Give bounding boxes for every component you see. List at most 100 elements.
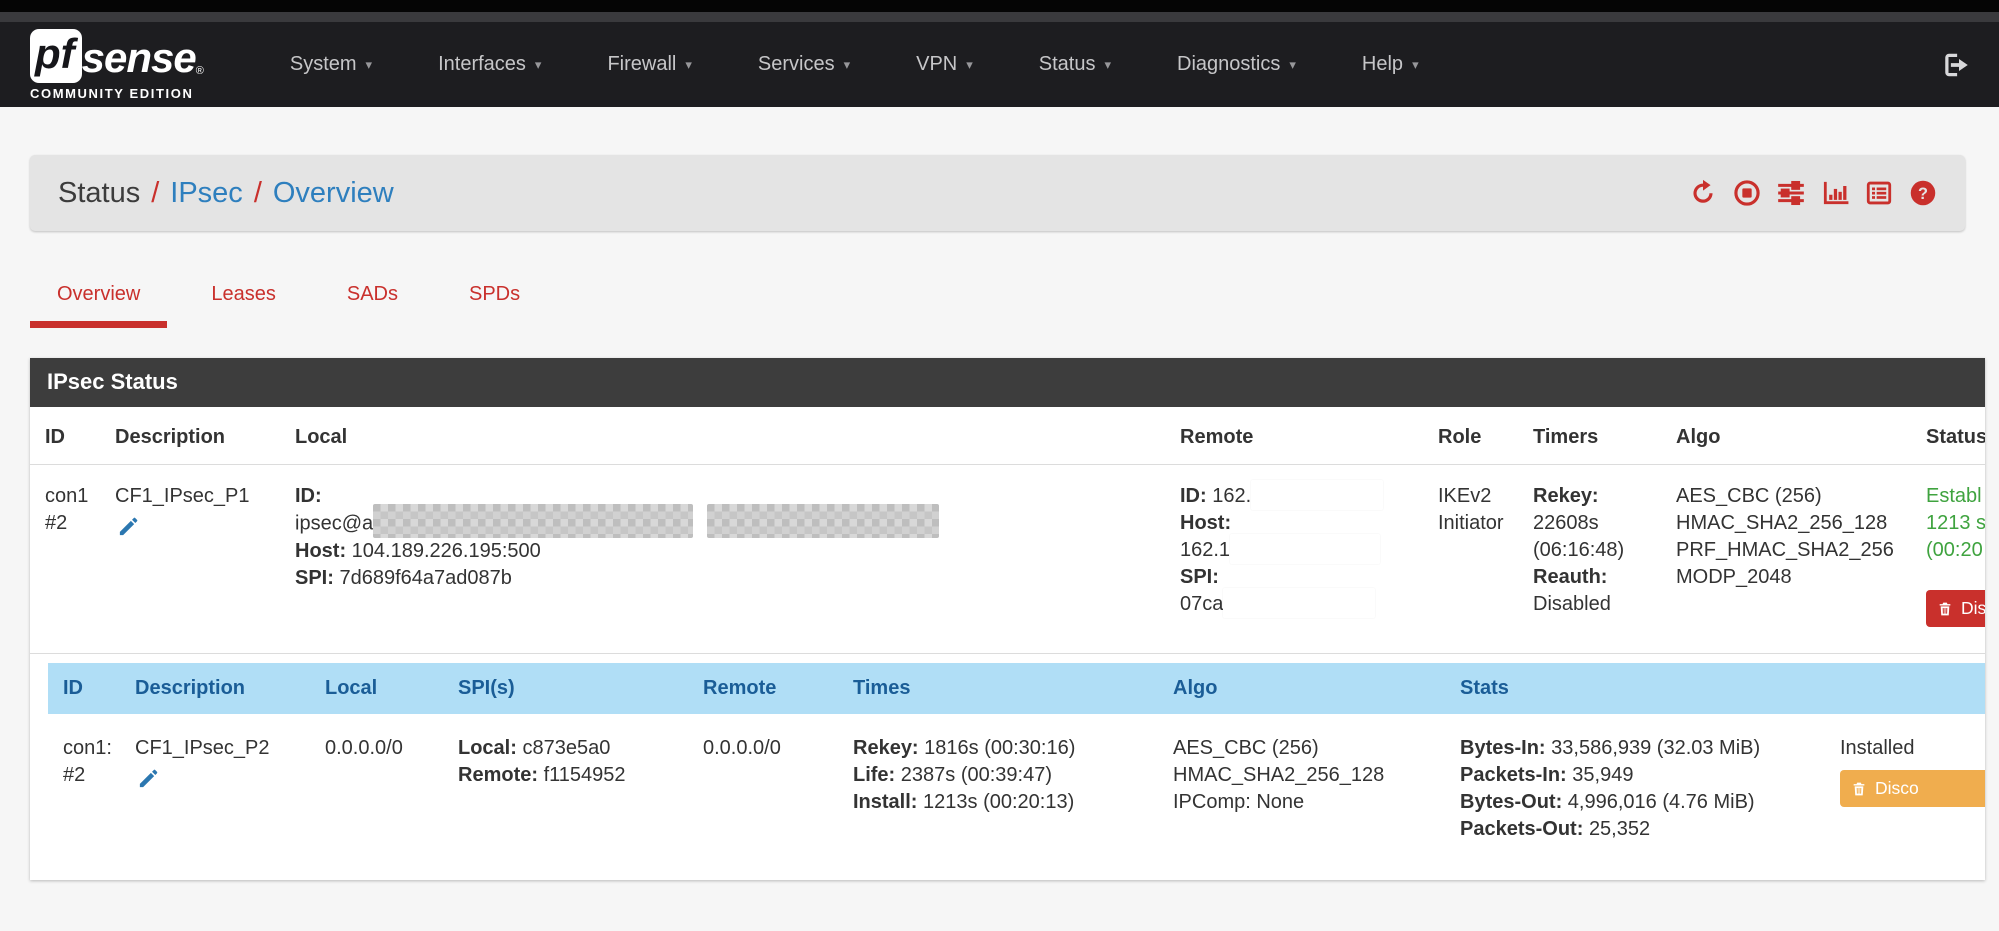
- chevron-down-icon: ▾: [535, 57, 542, 73]
- nav-item-firewall[interactable]: Firewall ▾: [607, 53, 691, 76]
- nav-item-status[interactable]: Status ▾: [1039, 53, 1111, 76]
- chevron-down-icon: ▾: [1104, 57, 1111, 73]
- chevron-down-icon: ▾: [1289, 57, 1296, 73]
- cell-id: con1: #2: [48, 714, 135, 863]
- col-header-algo: Algo: [1676, 407, 1926, 464]
- col-header-description: Description: [115, 407, 295, 464]
- logo-edition: COMMUNITY EDITION: [30, 86, 204, 101]
- pfsense-logo[interactable]: pf sense ® COMMUNITY EDITION: [30, 29, 204, 101]
- disconnect-button[interactable]: Dis: [1926, 590, 1985, 627]
- chevron-down-icon: ▾: [844, 57, 851, 73]
- col-header-spis: SPI(s): [458, 663, 703, 714]
- col-header-id: ID: [48, 663, 135, 714]
- col-header-description: Description: [135, 663, 325, 714]
- col-header-remote: Remote: [1180, 407, 1438, 464]
- chevron-down-icon: ▾: [366, 57, 373, 73]
- trash-icon: [1851, 780, 1867, 798]
- nav-item-label: System: [290, 53, 357, 76]
- refresh-icon[interactable]: [1689, 179, 1717, 207]
- breadcrumb-panel: Status / IPsec / Overview ?: [30, 155, 1965, 231]
- nav-item-label: Diagnostics: [1177, 53, 1280, 76]
- logo-pf: pf: [30, 29, 82, 83]
- table-row: con1 #2 CF1_IPsec_P1 ID: ipsec@a Host: 1…: [30, 465, 1985, 654]
- p1-table-header: ID Description Local Remote Role Timers …: [30, 407, 1985, 465]
- cell-id: con1 #2: [45, 465, 115, 653]
- chevron-down-icon: ▾: [1412, 57, 1419, 73]
- chevron-down-icon: ▾: [685, 57, 692, 73]
- breadcrumb-root: Status: [58, 177, 140, 210]
- table-row: con1: #2 CF1_IPsec_P2 0.0.0.0/0 Local: c…: [48, 714, 1985, 863]
- cell-description: CF1_IPsec_P2: [135, 714, 325, 863]
- nav-item-services[interactable]: Services ▾: [758, 53, 850, 76]
- panel-title: IPsec Status: [30, 358, 1985, 407]
- col-header-status: Status: [1926, 407, 1985, 464]
- cell-algo: AES_CBC (256) HMAC_SHA2_256_128 PRF_HMAC…: [1676, 465, 1926, 653]
- cell-times: Rekey: 1816s (00:30:16) Life: 2387s (00:…: [853, 714, 1173, 863]
- window-top-bar: [0, 0, 1999, 12]
- list-icon[interactable]: [1865, 179, 1893, 207]
- breadcrumb: Status / IPsec / Overview: [58, 177, 394, 210]
- status-text: Establ 1213 s (00:20: [1926, 483, 1985, 564]
- nav-item-label: VPN: [916, 53, 957, 76]
- cell-stats: Bytes-In: 33,586,939 (32.03 MiB) Packets…: [1460, 714, 1840, 863]
- ipsec-status-panel: IPsec Status ID Description Local Remote…: [30, 358, 1985, 880]
- cell-description: CF1_IPsec_P1: [115, 465, 295, 653]
- cell-local: 0.0.0.0/0: [325, 714, 458, 863]
- nav-item-system[interactable]: System ▾: [290, 53, 372, 76]
- cell-remote: 0.0.0.0/0: [703, 714, 853, 863]
- sliders-icon[interactable]: [1777, 179, 1805, 207]
- nav-item-diagnostics[interactable]: Diagnostics ▾: [1177, 53, 1296, 76]
- tab-bar: Overview Leases SADs SPDs: [30, 271, 1999, 328]
- col-header-local: Local: [325, 663, 458, 714]
- redaction-box: [1251, 480, 1383, 510]
- sign-out-icon[interactable]: [1939, 50, 1969, 80]
- help-icon[interactable]: ?: [1909, 179, 1937, 207]
- nav-item-help[interactable]: Help ▾: [1362, 53, 1419, 76]
- tab-leases[interactable]: Leases: [184, 271, 303, 328]
- tab-spds[interactable]: SPDs: [442, 271, 547, 328]
- page-toolbar: ?: [1689, 179, 1937, 207]
- chevron-down-icon: ▾: [966, 57, 973, 73]
- nav-item-vpn[interactable]: VPN ▾: [916, 53, 973, 76]
- col-header-algo: Algo: [1173, 663, 1460, 714]
- redaction-box: [1230, 534, 1380, 564]
- col-header-role: Role: [1438, 407, 1533, 464]
- tab-overview[interactable]: Overview: [30, 271, 167, 328]
- p2-child-table: ID Description Local SPI(s) Remote Times…: [48, 663, 1985, 863]
- cell-status: Establ 1213 s (00:20 Dis: [1926, 465, 1985, 653]
- cell-local: ID: ipsec@a Host: 104.189.226.195:500 SP…: [295, 465, 1180, 653]
- status-text: Installed: [1840, 735, 1985, 762]
- breadcrumb-link-overview[interactable]: Overview: [273, 177, 394, 210]
- nav-item-label: Help: [1362, 53, 1403, 76]
- redaction-mosaic: [707, 504, 939, 538]
- cell-timers: Rekey: 22608s (06:16:48) Reauth: Disable…: [1533, 465, 1676, 653]
- col-header-stats: Stats: [1460, 663, 1840, 714]
- cell-remote: ID: 162. Host: 162.1 SPI: 07ca: [1180, 465, 1438, 653]
- svg-text:?: ?: [1918, 185, 1928, 203]
- breadcrumb-link-ipsec[interactable]: IPsec: [170, 177, 243, 210]
- cell-role: IKEv2 Initiator: [1438, 465, 1533, 653]
- p2-table-header: ID Description Local SPI(s) Remote Times…: [48, 663, 1985, 714]
- nav-item-label: Interfaces: [438, 53, 526, 76]
- tab-sads[interactable]: SADs: [320, 271, 425, 328]
- redaction-mosaic: [373, 504, 693, 538]
- pencil-icon[interactable]: [137, 767, 160, 790]
- bar-chart-icon[interactable]: [1821, 179, 1849, 207]
- col-header-timers: Timers: [1533, 407, 1676, 464]
- col-header-actions: [1840, 663, 1985, 714]
- logo-registered-mark: ®: [196, 65, 204, 83]
- col-header-local: Local: [295, 407, 1180, 464]
- cell-spis: Local: c873e5a0 Remote: f1154952: [458, 714, 703, 863]
- col-header-id: ID: [45, 407, 115, 464]
- col-header-times: Times: [853, 663, 1173, 714]
- nav-item-interfaces[interactable]: Interfaces ▾: [438, 53, 541, 76]
- breadcrumb-separator: /: [151, 177, 159, 210]
- window-strip: [0, 12, 1999, 22]
- trash-icon: [1937, 600, 1953, 618]
- disconnect-child-button[interactable]: Disco: [1840, 770, 1985, 807]
- cell-status: Installed Disco: [1840, 714, 1985, 863]
- nav-item-label: Status: [1039, 53, 1096, 76]
- stop-icon[interactable]: [1733, 179, 1761, 207]
- redaction-box: [1223, 588, 1375, 618]
- pencil-icon[interactable]: [117, 515, 140, 538]
